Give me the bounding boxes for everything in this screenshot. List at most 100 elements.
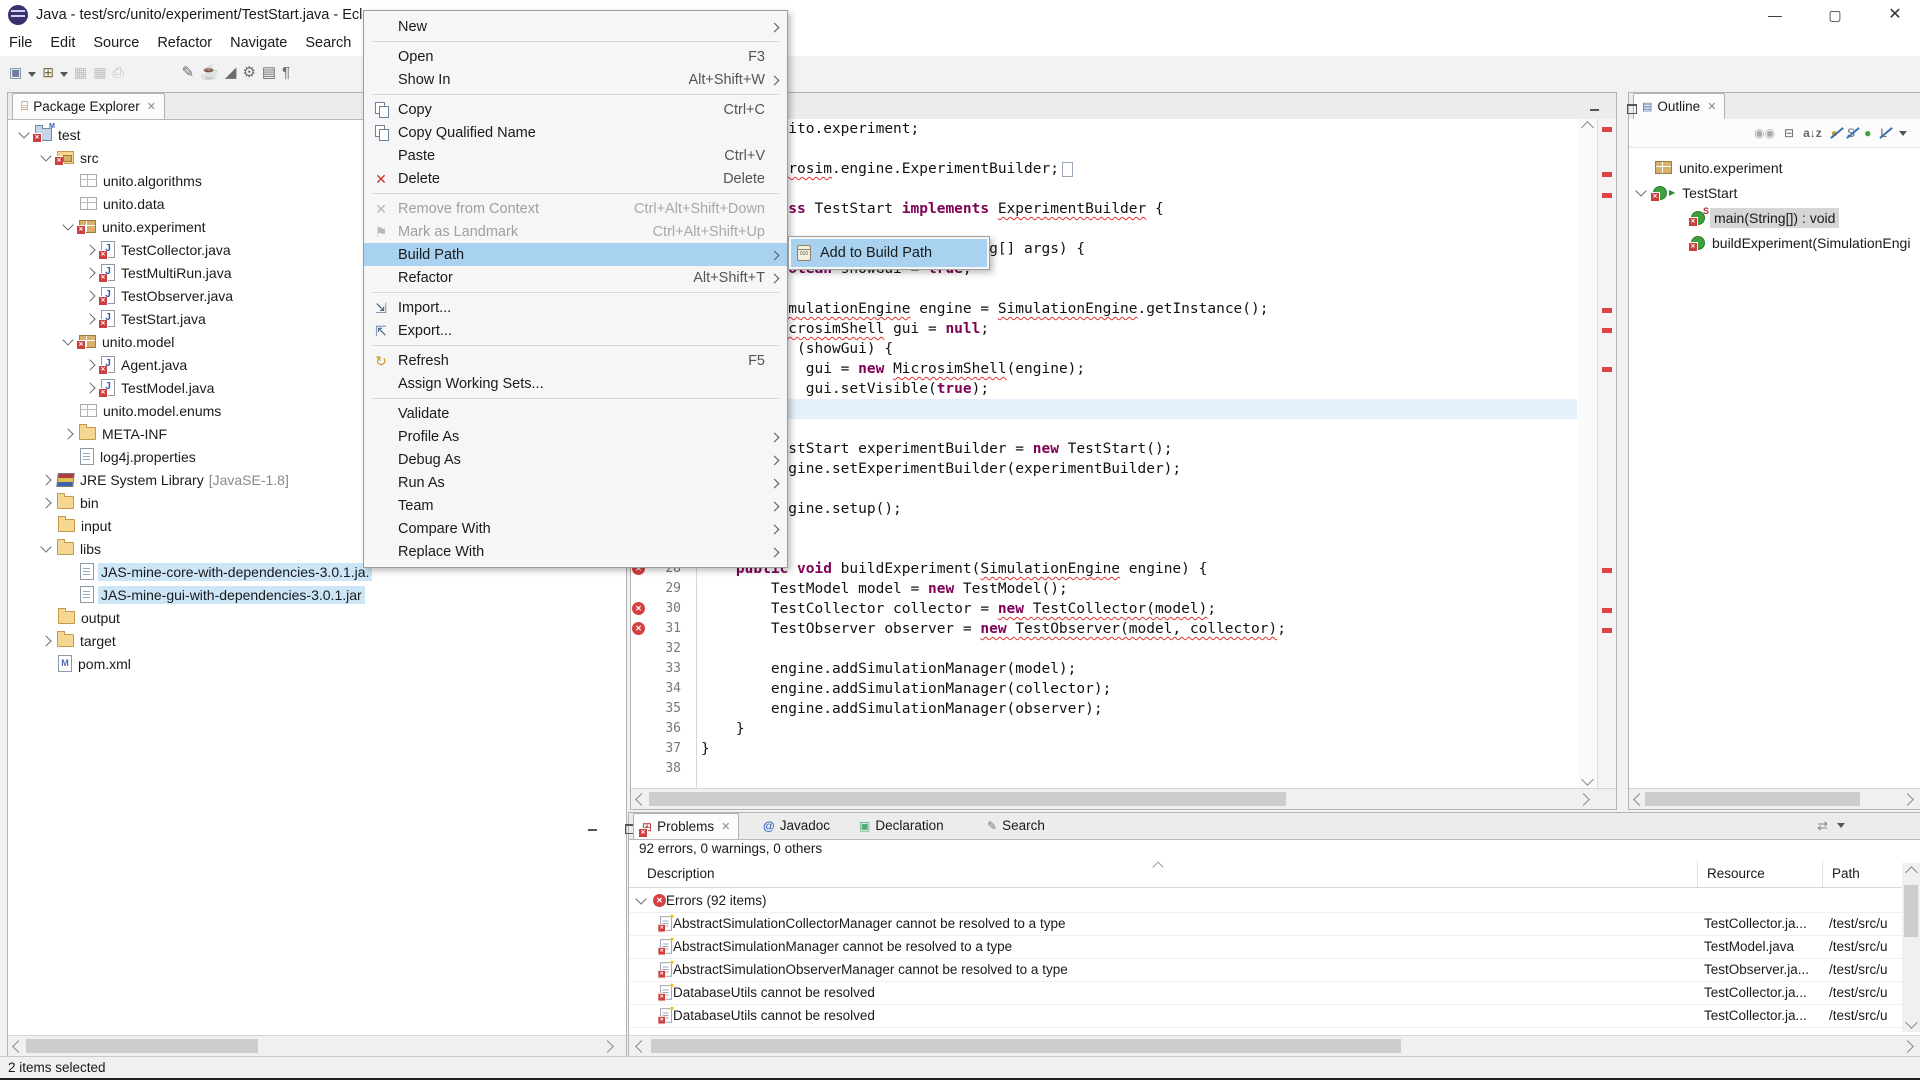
tree-item-target[interactable]: target	[8, 629, 626, 652]
link-with-editor-icon[interactable]: ◉◉	[1754, 126, 1775, 140]
code-line-7[interactable]	[701, 139, 1577, 159]
gear-button[interactable]: ⚙	[239, 59, 258, 85]
code-line-30[interactable]: TestCollector collector = new TestCollec…	[701, 599, 1577, 619]
problem-row-3[interactable]: AbstractSimulationObserverManager cannot…	[629, 958, 1902, 982]
menu-item-delete[interactable]: ✕DeleteDelete	[364, 167, 787, 190]
menu-edit[interactable]: Edit	[41, 30, 84, 56]
menu-file[interactable]: File	[0, 30, 41, 56]
menu-source[interactable]: Source	[84, 30, 148, 56]
hide-static-members-icon[interactable]: S	[1847, 126, 1855, 140]
wedge-button[interactable]: ◢	[222, 59, 240, 85]
scroll-thumb[interactable]	[1904, 885, 1918, 937]
package-explorer-hscrollbar[interactable]	[8, 1035, 626, 1056]
tree-item-jas-mine-gui-with-dependencies-3-0-1-jar[interactable]: JAS-mine-gui-with-dependencies-3.0.1.jar	[8, 583, 626, 606]
code-line-35[interactable]: engine.addSimulationManager(observer);	[701, 699, 1577, 719]
chevron-down-icon[interactable]	[635, 893, 646, 904]
menu-item-refresh[interactable]: ↻RefreshF5	[364, 349, 787, 372]
menu-search[interactable]: Search	[296, 30, 360, 56]
code-line-20[interactable]: }	[701, 399, 1577, 419]
close-view-icon[interactable]: ✕	[147, 100, 156, 113]
scroll-thumb[interactable]	[1645, 792, 1860, 806]
code-line-10[interactable]: public class TestStart implements Experi…	[701, 199, 1577, 219]
new-wizard-button[interactable]: ▣	[6, 59, 25, 85]
chevron-right-icon[interactable]	[84, 313, 95, 324]
code-line-15[interactable]: SimulationEngine engine = SimulationEngi…	[701, 299, 1577, 319]
menu-item-validate[interactable]: Validate	[364, 402, 787, 425]
column-divider[interactable]	[1697, 861, 1698, 887]
pen-button[interactable]: ✎	[179, 59, 198, 85]
code-line-21[interactable]	[701, 419, 1577, 439]
problem-row-2[interactable]: AbstractSimulationManager cannot be reso…	[629, 935, 1902, 959]
code-line-8[interactable]: import microsim.engine.ExperimentBuilder…	[701, 159, 1577, 179]
code-line-18[interactable]: gui = new MicrosimShell(engine);	[701, 359, 1577, 379]
scroll-up-icon[interactable]	[1905, 866, 1918, 879]
collapse-all-icon[interactable]: ⊟	[1784, 126, 1794, 140]
chevron-right-icon[interactable]	[84, 290, 95, 301]
close-view-icon[interactable]: ✕	[1707, 100, 1716, 113]
code-line-16[interactable]: MicrosimShell gui = null;	[701, 319, 1577, 339]
scroll-left-icon[interactable]	[12, 1040, 25, 1053]
outline-item-3[interactable]: main(String[]) : void	[1629, 205, 1920, 230]
code-line-19[interactable]: gui.setVisible(true);	[701, 379, 1577, 399]
error-ruler-mark[interactable]	[1602, 628, 1612, 633]
code-line-6[interactable]: package unito.experiment;	[701, 119, 1577, 139]
tab-javadoc[interactable]: @Javadoc	[755, 813, 838, 838]
tab-declaration[interactable]: ▣Declaration	[851, 813, 952, 838]
error-ruler-mark[interactable]	[1602, 568, 1612, 573]
menu-refactor[interactable]: Refactor	[148, 30, 221, 56]
scroll-up-icon[interactable]	[1581, 121, 1594, 134]
outline-item-2[interactable]: ▶TestStart	[1629, 180, 1920, 205]
menu-item-open[interactable]: OpenF3	[364, 45, 787, 68]
code-line-37[interactable]: }	[701, 739, 1577, 759]
menu-navigate[interactable]: Navigate	[221, 30, 296, 56]
scroll-right-icon[interactable]	[1901, 1040, 1914, 1053]
chevron-right-icon[interactable]	[62, 428, 73, 439]
chevron-right-icon[interactable]	[84, 359, 95, 370]
error-ruler-mark[interactable]	[1602, 193, 1612, 198]
code-line-23[interactable]: engine.setExperimentBuilder(experimentBu…	[701, 459, 1577, 479]
chevron-right-icon[interactable]	[40, 635, 51, 646]
close-button[interactable]: ✕	[1872, 0, 1918, 30]
menu-item-copy[interactable]: CopyCtrl+C	[364, 98, 787, 121]
tab-outline[interactable]: ▤ Outline ✕	[1633, 93, 1725, 119]
tab-search[interactable]: ✎Search	[979, 813, 1053, 838]
chevron-down-icon[interactable]	[1635, 185, 1646, 196]
menu-item-import-[interactable]: ⇲Import...	[364, 296, 787, 319]
menu-item-compare-with[interactable]: Compare With	[364, 517, 787, 540]
scroll-down-icon[interactable]	[1581, 773, 1594, 786]
code-line-9[interactable]	[701, 179, 1577, 199]
scroll-left-icon[interactable]	[635, 793, 648, 806]
menu-item-paste[interactable]: PasteCtrl+V	[364, 144, 787, 167]
code-line-32[interactable]	[701, 639, 1577, 659]
menu-item-export-[interactable]: ⇱Export...	[364, 319, 787, 342]
error-ruler-mark[interactable]	[1602, 608, 1612, 613]
tree-item-output[interactable]: output	[8, 606, 626, 629]
scroll-left-icon[interactable]	[635, 1040, 648, 1053]
problem-row-5[interactable]: DatabaseUtils cannot be resolvedTestColl…	[629, 1004, 1902, 1028]
code-line-14[interactable]	[701, 279, 1577, 299]
code-line-29[interactable]: TestModel model = new TestModel();	[701, 579, 1577, 599]
code-line-36[interactable]: }	[701, 719, 1577, 739]
tab-problems[interactable]: ⊞Problems✕	[633, 813, 739, 839]
error-ruler-mark[interactable]	[1602, 328, 1612, 333]
problems-hscrollbar[interactable]	[629, 1035, 1920, 1056]
scroll-thumb[interactable]	[651, 1039, 1401, 1053]
new-java-project-button[interactable]: ⊞	[39, 59, 57, 85]
outline-hscrollbar[interactable]	[1629, 788, 1920, 809]
minimize-view-icon[interactable]	[587, 824, 598, 834]
menu-item-replace-with[interactable]: Replace With	[364, 540, 787, 563]
dropdown-arrow-icon[interactable]	[28, 72, 36, 77]
chevron-right-icon[interactable]	[84, 244, 95, 255]
scroll-left-icon[interactable]	[1633, 793, 1646, 806]
column-resource[interactable]: Resource	[1707, 866, 1765, 881]
chevron-down-icon[interactable]	[40, 150, 51, 161]
error-ruler-mark[interactable]	[1602, 127, 1612, 132]
scroll-right-icon[interactable]	[601, 1040, 614, 1053]
chevron-right-icon[interactable]	[84, 382, 95, 393]
scroll-right-icon[interactable]	[1901, 793, 1914, 806]
close-view-icon[interactable]: ✕	[721, 820, 730, 833]
problem-row-1[interactable]: AbstractSimulationCollectorManager canno…	[629, 912, 1902, 936]
scroll-thumb[interactable]	[26, 1039, 258, 1053]
hide-non-public-members-icon[interactable]: ●	[1864, 126, 1871, 140]
problems-vscrollbar[interactable]	[1902, 863, 1920, 1032]
